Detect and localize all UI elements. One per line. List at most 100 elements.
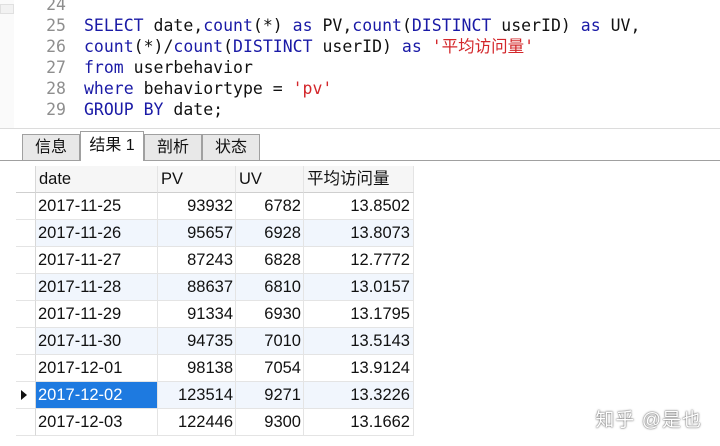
cell-uv[interactable]: 6782: [236, 193, 304, 220]
cell-avg-visits[interactable]: 12.7772: [304, 247, 414, 274]
sql-token: (: [401, 16, 412, 35]
row-selector[interactable]: [16, 328, 36, 355]
cell-date[interactable]: 2017-11-29: [36, 301, 158, 328]
table-row[interactable]: 2017-11-26 95657 6928 13.8073: [16, 220, 416, 247]
table-row[interactable]: 2017-12-03 122446 9300 13.1662: [16, 409, 416, 436]
cell-pv[interactable]: 88637: [158, 274, 236, 301]
row-selector[interactable]: [16, 274, 36, 301]
line-number: 24: [46, 0, 66, 14]
sql-keyword: GROUP BY: [84, 100, 164, 119]
row-selector[interactable]: [16, 301, 36, 328]
cell-uv[interactable]: 6930: [236, 301, 304, 328]
cell-uv[interactable]: 9300: [236, 409, 304, 436]
column-header-date[interactable]: date: [36, 166, 158, 193]
code-line[interactable]: 27 from userbehavior: [0, 57, 720, 78]
cell-pv[interactable]: 95657: [158, 220, 236, 247]
cell-date[interactable]: 2017-11-25: [36, 193, 158, 220]
sql-function: count: [203, 16, 253, 35]
line-number: 27: [46, 58, 66, 77]
tab-status[interactable]: 状态: [202, 134, 260, 160]
cell-date[interactable]: 2017-11-30: [36, 328, 158, 355]
row-selector[interactable]: [16, 220, 36, 247]
column-header-pv[interactable]: PV: [158, 166, 236, 193]
code-line[interactable]: 24: [0, 0, 720, 15]
code-text[interactable]: from userbehavior: [84, 57, 253, 78]
sql-keyword: DISTINCT: [411, 16, 492, 35]
tab-result-1[interactable]: 结果 1: [80, 131, 144, 161]
cell-avg-visits[interactable]: 13.5143: [304, 328, 414, 355]
cell-uv[interactable]: 6928: [236, 220, 304, 247]
cell-date[interactable]: 2017-11-26: [36, 220, 158, 247]
row-selector[interactable]: [16, 355, 36, 382]
cell-date[interactable]: 2017-11-28: [36, 274, 158, 301]
row-selector[interactable]: [16, 247, 36, 274]
result-tabbar: 信息 结果 1 剖析 状态: [0, 128, 720, 161]
tab-info[interactable]: 信息: [22, 134, 80, 160]
cell-pv[interactable]: 87243: [158, 247, 236, 274]
cell-avg-visits[interactable]: 13.3226: [304, 382, 414, 409]
current-row-pointer-icon: [21, 390, 27, 400]
table-row[interactable]: 2017-11-25 93932 6782 13.8502: [16, 193, 416, 220]
cell-avg-visits[interactable]: 13.0157: [304, 274, 414, 301]
table-row[interactable]: 2017-11-29 91334 6930 13.1795: [16, 301, 416, 328]
sql-token: (: [223, 37, 234, 56]
sql-token: date,: [143, 16, 204, 35]
cell-avg-visits[interactable]: 13.9124: [304, 355, 414, 382]
line-number: 25: [46, 16, 66, 35]
cell-pv[interactable]: 91334: [158, 301, 236, 328]
code-text[interactable]: SELECT date,count(*) as PV,count(DISTINC…: [84, 15, 640, 36]
sql-keyword: from: [84, 58, 124, 77]
row-selector[interactable]: [16, 382, 36, 409]
code-line[interactable]: 25 SELECT date,count(*) as PV,count(DISTI…: [0, 15, 720, 36]
sql-token: UV,: [600, 16, 641, 35]
table-row[interactable]: 2017-12-02 123514 9271 13.3226: [16, 382, 416, 409]
line-number: 28: [46, 79, 66, 98]
code-line[interactable]: 26 count(*)/count(DISTINCT userID) as '平均…: [0, 36, 720, 57]
cell-date[interactable]: 2017-12-02: [36, 382, 158, 409]
table-row[interactable]: 2017-11-28 88637 6810 13.0157: [16, 274, 416, 301]
sql-token: userID): [491, 16, 581, 35]
cell-pv[interactable]: 94735: [158, 328, 236, 355]
sql-keyword: where: [84, 79, 134, 98]
code-line[interactable]: 28 where behaviortype = 'pv': [0, 78, 720, 99]
column-header-avg-visits[interactable]: 平均访问量: [304, 166, 414, 193]
cell-uv[interactable]: 6810: [236, 274, 304, 301]
table-row[interactable]: 2017-11-30 94735 7010 13.5143: [16, 328, 416, 355]
cell-uv[interactable]: 7054: [236, 355, 304, 382]
tab-profile[interactable]: 剖析: [144, 134, 202, 160]
line-number: 26: [46, 37, 66, 56]
code-text[interactable]: count(*)/count(DISTINCT userID) as '平均访问…: [84, 36, 534, 57]
sql-token: PV,: [312, 16, 353, 35]
cell-avg-visits[interactable]: 13.1795: [304, 301, 414, 328]
line-number: 29: [46, 100, 66, 119]
cell-uv[interactable]: 7010: [236, 328, 304, 355]
sql-function: count: [352, 16, 402, 35]
cell-uv[interactable]: 9271: [236, 382, 304, 409]
code-line[interactable]: 29 GROUP BY date;: [0, 99, 720, 120]
cell-date[interactable]: 2017-12-03: [36, 409, 158, 436]
cell-date[interactable]: 2017-12-01: [36, 355, 158, 382]
row-selector[interactable]: [16, 409, 36, 436]
row-selector[interactable]: [16, 193, 36, 220]
cell-pv[interactable]: 123514: [158, 382, 236, 409]
cell-date[interactable]: 2017-11-27: [36, 247, 158, 274]
code-text[interactable]: where behaviortype = 'pv': [84, 78, 332, 99]
cell-uv[interactable]: 6828: [236, 247, 304, 274]
cell-pv[interactable]: 98138: [158, 355, 236, 382]
sql-token: userbehavior: [123, 58, 253, 77]
code-text[interactable]: GROUP BY date;: [84, 99, 223, 120]
sql-token: behaviortype =: [133, 79, 293, 98]
cell-pv[interactable]: 122446: [158, 409, 236, 436]
cell-avg-visits[interactable]: 13.1662: [304, 409, 414, 436]
grid-header-row: date PV UV 平均访问量: [16, 166, 416, 193]
table-row[interactable]: 2017-12-01 98138 7054 13.9124: [16, 355, 416, 382]
sql-function: count: [84, 37, 134, 56]
sql-editor[interactable]: 24 25 SELECT date,count(*) as PV,count(DIS…: [0, 0, 720, 128]
cell-avg-visits[interactable]: 13.8073: [304, 220, 414, 247]
column-header-uv[interactable]: UV: [236, 166, 304, 193]
table-row[interactable]: 2017-11-27 87243 6828 12.7772: [16, 247, 416, 274]
sql-keyword: as: [292, 16, 313, 35]
cell-avg-visits[interactable]: 13.8502: [304, 193, 414, 220]
cell-pv[interactable]: 93932: [158, 193, 236, 220]
